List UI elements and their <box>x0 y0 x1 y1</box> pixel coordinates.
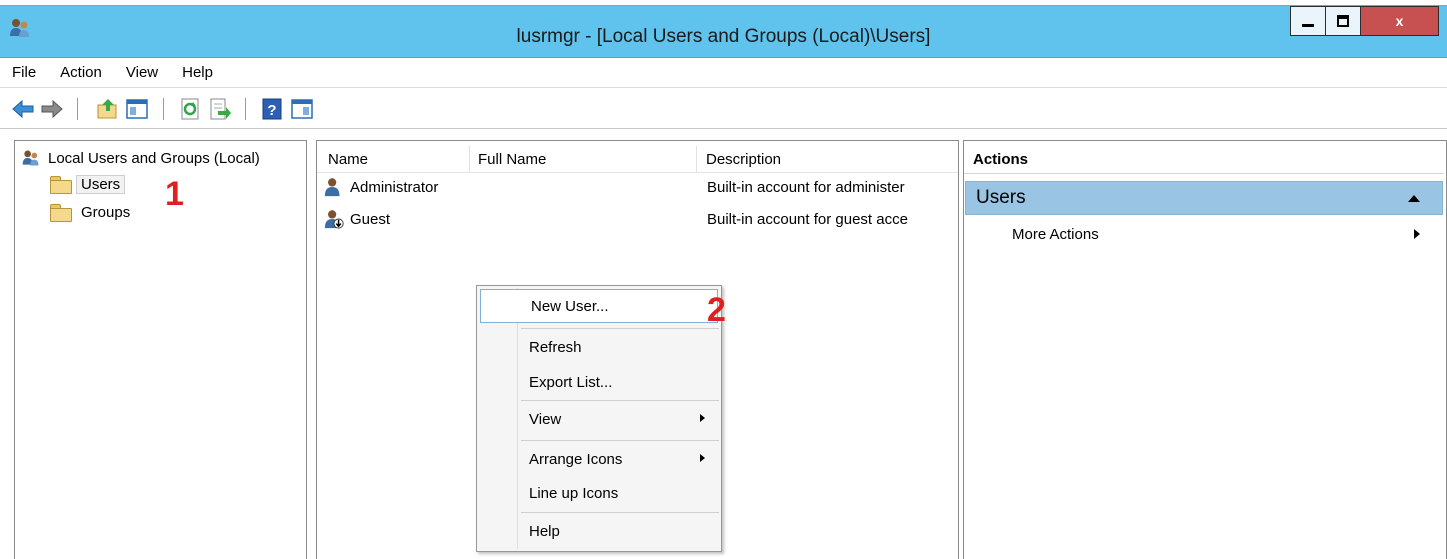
user-name: Guest <box>350 210 391 228</box>
menu-item-label: New User... <box>531 297 609 315</box>
toolbar-separator <box>245 98 246 120</box>
menu-action[interactable]: Action <box>60 64 102 81</box>
menu-item-label: Line up Icons <box>529 484 619 502</box>
toolbar-separator <box>163 98 164 120</box>
maximize-icon <box>1337 15 1349 27</box>
user-name: Administrator <box>350 178 439 196</box>
menu-item-refresh[interactable]: Refresh <box>479 331 719 363</box>
menu-item-line-up-icons[interactable]: Line up Icons <box>479 477 719 509</box>
user-description: Built-in account for administer <box>707 178 905 196</box>
user-description: Built-in account for guest acce <box>707 210 908 228</box>
menu-bar: File Action View Help <box>0 58 1447 88</box>
user-icon <box>324 178 340 197</box>
submenu-arrow-icon <box>1414 229 1420 239</box>
back-arrow-icon[interactable] <box>11 97 35 121</box>
more-actions-label: More Actions <box>1012 225 1099 243</box>
forward-arrow-icon[interactable] <box>40 97 64 121</box>
menu-separator <box>521 512 719 513</box>
minimize-button[interactable] <box>1290 6 1326 36</box>
more-actions-item[interactable]: More Actions <box>1012 222 1422 246</box>
menu-help[interactable]: Help <box>182 64 213 81</box>
header-divider <box>317 172 958 173</box>
menu-item-label: Refresh <box>529 338 582 356</box>
toolbar: ? <box>0 89 1447 129</box>
menu-separator <box>521 328 719 329</box>
context-menu: New User... Refresh Export List... View … <box>476 285 722 552</box>
tree-item-label: Users <box>76 174 126 194</box>
users-group-icon <box>22 150 39 166</box>
menu-item-new-user[interactable]: New User... <box>480 289 718 323</box>
actions-header: Actions <box>964 146 1444 174</box>
menu-item-arrange-icons[interactable]: Arrange Icons <box>479 443 719 475</box>
maximize-button[interactable] <box>1325 6 1361 36</box>
show-hide-action-pane-icon[interactable] <box>290 97 314 121</box>
menu-item-label: Export List... <box>529 373 613 391</box>
menu-item-label: View <box>529 410 562 428</box>
tree-root[interactable]: Local Users and Groups (Local) <box>20 146 260 170</box>
menu-item-export-list[interactable]: Export List... <box>479 366 719 398</box>
annotation-step-2: 2 <box>707 291 726 329</box>
tree-item-label: Groups <box>81 203 131 221</box>
title-bar[interactable]: lusrmgr - [Local Users and Groups (Local… <box>0 6 1447 58</box>
actions-section-label: Users <box>976 187 1026 208</box>
close-icon: x <box>1395 13 1404 29</box>
table-row[interactable]: Administrator <box>322 174 438 200</box>
actions-section-users[interactable]: Users <box>965 181 1443 215</box>
menu-item-help[interactable]: Help <box>479 515 719 547</box>
submenu-arrow-icon <box>700 454 705 462</box>
window-title: lusrmgr - [Local Users and Groups (Local… <box>516 26 931 47</box>
toolbar-separator <box>77 98 78 120</box>
export-list-icon[interactable] <box>208 97 232 121</box>
folder-icon <box>50 204 72 222</box>
table-row[interactable]: Guest <box>322 206 390 232</box>
tree-item-groups[interactable]: Groups <box>50 200 130 224</box>
help-icon[interactable]: ? <box>260 97 284 121</box>
menu-item-label: Arrange Icons <box>529 450 623 468</box>
annotation-step-1: 1 <box>165 175 184 213</box>
menu-view[interactable]: View <box>126 64 158 81</box>
refresh-icon[interactable] <box>179 97 203 121</box>
menu-item-label: Help <box>529 522 560 540</box>
submenu-arrow-icon <box>700 414 705 422</box>
tree-root-label: Local Users and Groups (Local) <box>48 149 260 167</box>
folder-icon <box>50 176 72 194</box>
show-hide-console-tree-icon[interactable] <box>125 97 149 121</box>
minimize-icon <box>1302 24 1314 27</box>
collapse-icon[interactable] <box>1408 195 1420 202</box>
close-button[interactable]: x <box>1360 6 1439 36</box>
svg-text:?: ? <box>267 102 276 119</box>
menu-separator <box>521 400 719 401</box>
column-header-name[interactable]: Name <box>322 146 470 172</box>
column-header-full-name[interactable]: Full Name <box>472 146 697 172</box>
menu-file[interactable]: File <box>12 64 36 81</box>
menu-separator <box>521 440 719 441</box>
column-header-description[interactable]: Description <box>700 146 958 172</box>
tree-item-users[interactable]: Users <box>50 172 126 196</box>
disabled-user-icon <box>324 210 344 229</box>
menu-item-view[interactable]: View <box>479 403 719 435</box>
up-folder-icon[interactable] <box>96 97 120 121</box>
